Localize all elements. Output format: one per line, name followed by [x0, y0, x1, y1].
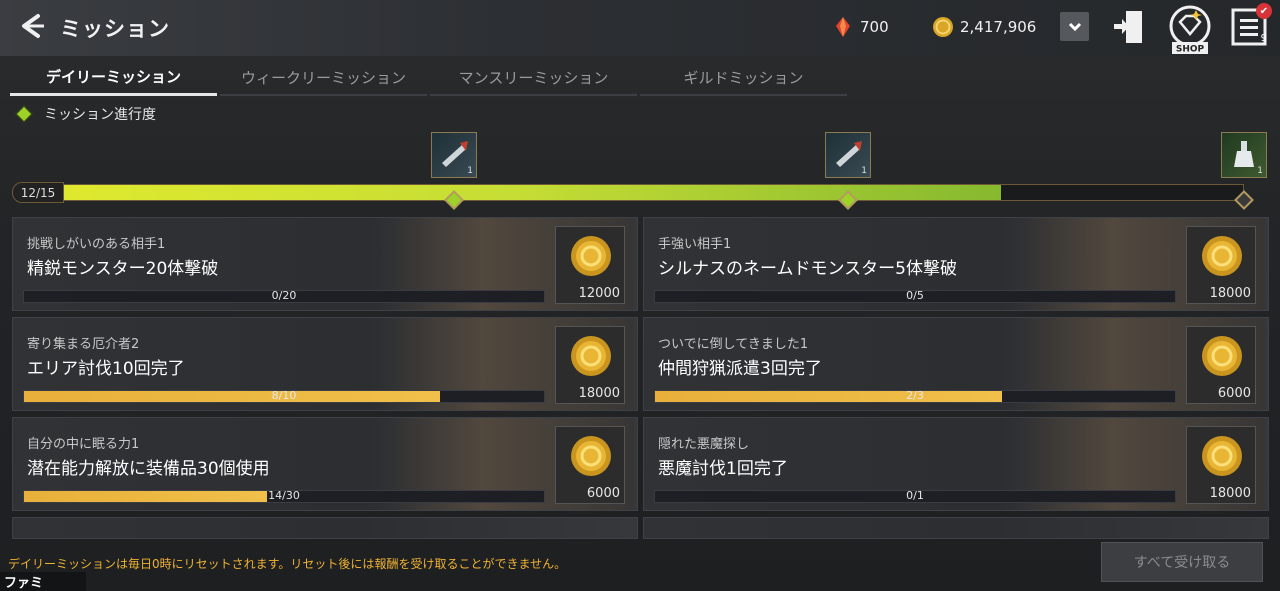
mission-title: 悪魔討伐1回完了	[658, 459, 788, 479]
mission-title: エリア討伐10回完了	[27, 359, 185, 379]
mission-title: 仲間狩猟派遣3回完了	[658, 359, 822, 379]
mission-card[interactable]: 手強い相手1 シルナスのネームドモンスター5体撃破 0/5 18000	[643, 217, 1269, 311]
progress-label-text: ミッション進行度	[44, 107, 156, 123]
mission-progress-bar: 0/5	[654, 289, 1176, 303]
red-gem-icon	[836, 17, 850, 37]
mission-card[interactable]: 隠れた悪魔探し悪魔討伐1回完了 0/1 18000	[643, 417, 1269, 511]
reset-notice: デイリーミッションは毎日0時にリセットされます。リセット後には報酬を受け取ること…	[8, 557, 567, 571]
mission-card[interactable]: ついでに倒してきました1 仲間狩猟派遣3回完了 2/3 6000	[643, 317, 1269, 411]
mission-card[interactable]: 自分の中に眠る力1 潜在能力解放に装備品30個使用 14/30 6000	[12, 417, 638, 511]
mission-card[interactable]: 挑戦しがいのある相手1 精鋭モンスター20体撃破 0/20 12000	[12, 217, 638, 311]
mission-reward[interactable]: 18000	[555, 326, 625, 404]
reward-amount: 18000	[1209, 286, 1251, 301]
menu-button[interactable]: ✔ 9	[1230, 3, 1272, 48]
mission-reward[interactable]: 12000	[555, 226, 625, 304]
mission-progress-text: 0/1	[906, 489, 924, 502]
milestone-reward-1[interactable]: 1	[431, 132, 477, 178]
mission-progress-text: 0/5	[906, 289, 924, 302]
mission-reward[interactable]: 18000	[1186, 226, 1256, 304]
menu-count: 9	[1260, 33, 1267, 44]
mission-tabs: デイリーミッション ウィークリーミッション マンスリーミッション ギルドミッショ…	[10, 60, 850, 96]
mission-progress-label: ミッション進行度	[14, 104, 156, 124]
mission-card-partial[interactable]	[12, 517, 638, 539]
mission-progress-text: 8/10	[271, 389, 297, 402]
milestone-reward-3[interactable]: 1	[1221, 132, 1267, 178]
gold-coin-icon	[571, 336, 611, 376]
mission-progress-bar	[30, 184, 1244, 201]
mission-subtitle: 寄り集まる厄介者2	[27, 337, 140, 352]
shop-label: SHOP	[1176, 45, 1205, 55]
gem-currency[interactable]: 700	[832, 14, 889, 40]
back-arrow-icon	[22, 14, 44, 38]
mission-reward[interactable]: 18000	[1186, 426, 1256, 504]
mission-card-partial[interactable]	[643, 517, 1269, 539]
reward-count: 1	[467, 166, 473, 176]
mission-progress-text: 14/30	[268, 489, 300, 502]
mission-subtitle: 手強い相手1	[658, 237, 732, 252]
shop-diamond-icon: SHOP	[1169, 5, 1211, 55]
reward-amount: 18000	[1209, 486, 1251, 501]
tab-guild[interactable]: ギルドミッション	[640, 60, 847, 96]
mission-progress-bar: 2/3	[654, 389, 1176, 403]
green-diamond-icon	[15, 105, 33, 123]
watermark-logo: ファミ通.com	[0, 572, 86, 591]
mission-progress-bar: 14/30	[23, 489, 545, 503]
mission-title: シルナスのネームドモンスター5体撃破	[658, 259, 957, 279]
notification-badge: ✔	[1256, 3, 1272, 19]
reward-amount: 18000	[578, 386, 620, 401]
mission-subtitle: 挑戦しがいのある相手1	[27, 237, 166, 252]
mission-subtitle: ついでに倒してきました1	[658, 337, 809, 352]
mission-reward[interactable]: 6000	[555, 426, 625, 504]
reward-amount: 12000	[578, 286, 620, 301]
mission-title: 潜在能力解放に装備品30個使用	[27, 459, 270, 479]
reward-count: 1	[1257, 166, 1263, 176]
claim-all-button[interactable]: すべて受け取る	[1101, 542, 1263, 582]
gold-coin-icon	[1202, 236, 1242, 276]
mission-card[interactable]: 寄り集まる厄介者2 エリア討伐10回完了 8/10 18000	[12, 317, 638, 411]
mission-progress-text: 2/3	[906, 389, 924, 402]
back-button[interactable]	[18, 10, 50, 42]
tab-monthly[interactable]: マンスリーミッション	[430, 60, 637, 96]
reward-count: 1	[861, 166, 867, 176]
currency-dropdown-button[interactable]	[1060, 12, 1089, 41]
tab-daily[interactable]: デイリーミッション	[10, 60, 217, 96]
milestone-reward-2[interactable]: 1	[825, 132, 871, 178]
exit-door-icon	[1114, 11, 1142, 43]
gold-count: 2,417,906	[960, 18, 1037, 36]
reward-amount: 6000	[586, 486, 620, 501]
mission-reward[interactable]: 6000	[1186, 326, 1256, 404]
gem-count: 700	[860, 18, 889, 36]
shop-button[interactable]: SHOP	[1166, 4, 1214, 55]
progress-counter: 12/15	[12, 182, 64, 203]
gold-currency[interactable]: 2,417,906	[932, 14, 1036, 40]
gold-coin-icon	[933, 17, 953, 37]
exit-button[interactable]	[1112, 8, 1146, 46]
mission-progress-bar: 8/10	[23, 389, 545, 403]
mission-progress-bar: 0/1	[654, 489, 1176, 503]
tab-weekly[interactable]: ウィークリーミッション	[220, 60, 427, 96]
mission-subtitle: 自分の中に眠る力1	[27, 437, 140, 452]
gold-coin-icon	[571, 436, 611, 476]
mission-progress-text: 0/20	[271, 289, 297, 302]
gold-coin-icon	[1202, 436, 1242, 476]
mission-title: 精鋭モンスター20体撃破	[27, 259, 219, 279]
mission-subtitle: 隠れた悪魔探し	[658, 437, 750, 452]
page-title: ミッション	[60, 17, 170, 41]
chevron-down-icon	[1068, 22, 1081, 31]
mission-progress-bar: 0/20	[23, 289, 545, 303]
gold-coin-icon	[571, 236, 611, 276]
reward-amount: 6000	[1217, 386, 1251, 401]
gold-coin-icon	[1202, 336, 1242, 376]
